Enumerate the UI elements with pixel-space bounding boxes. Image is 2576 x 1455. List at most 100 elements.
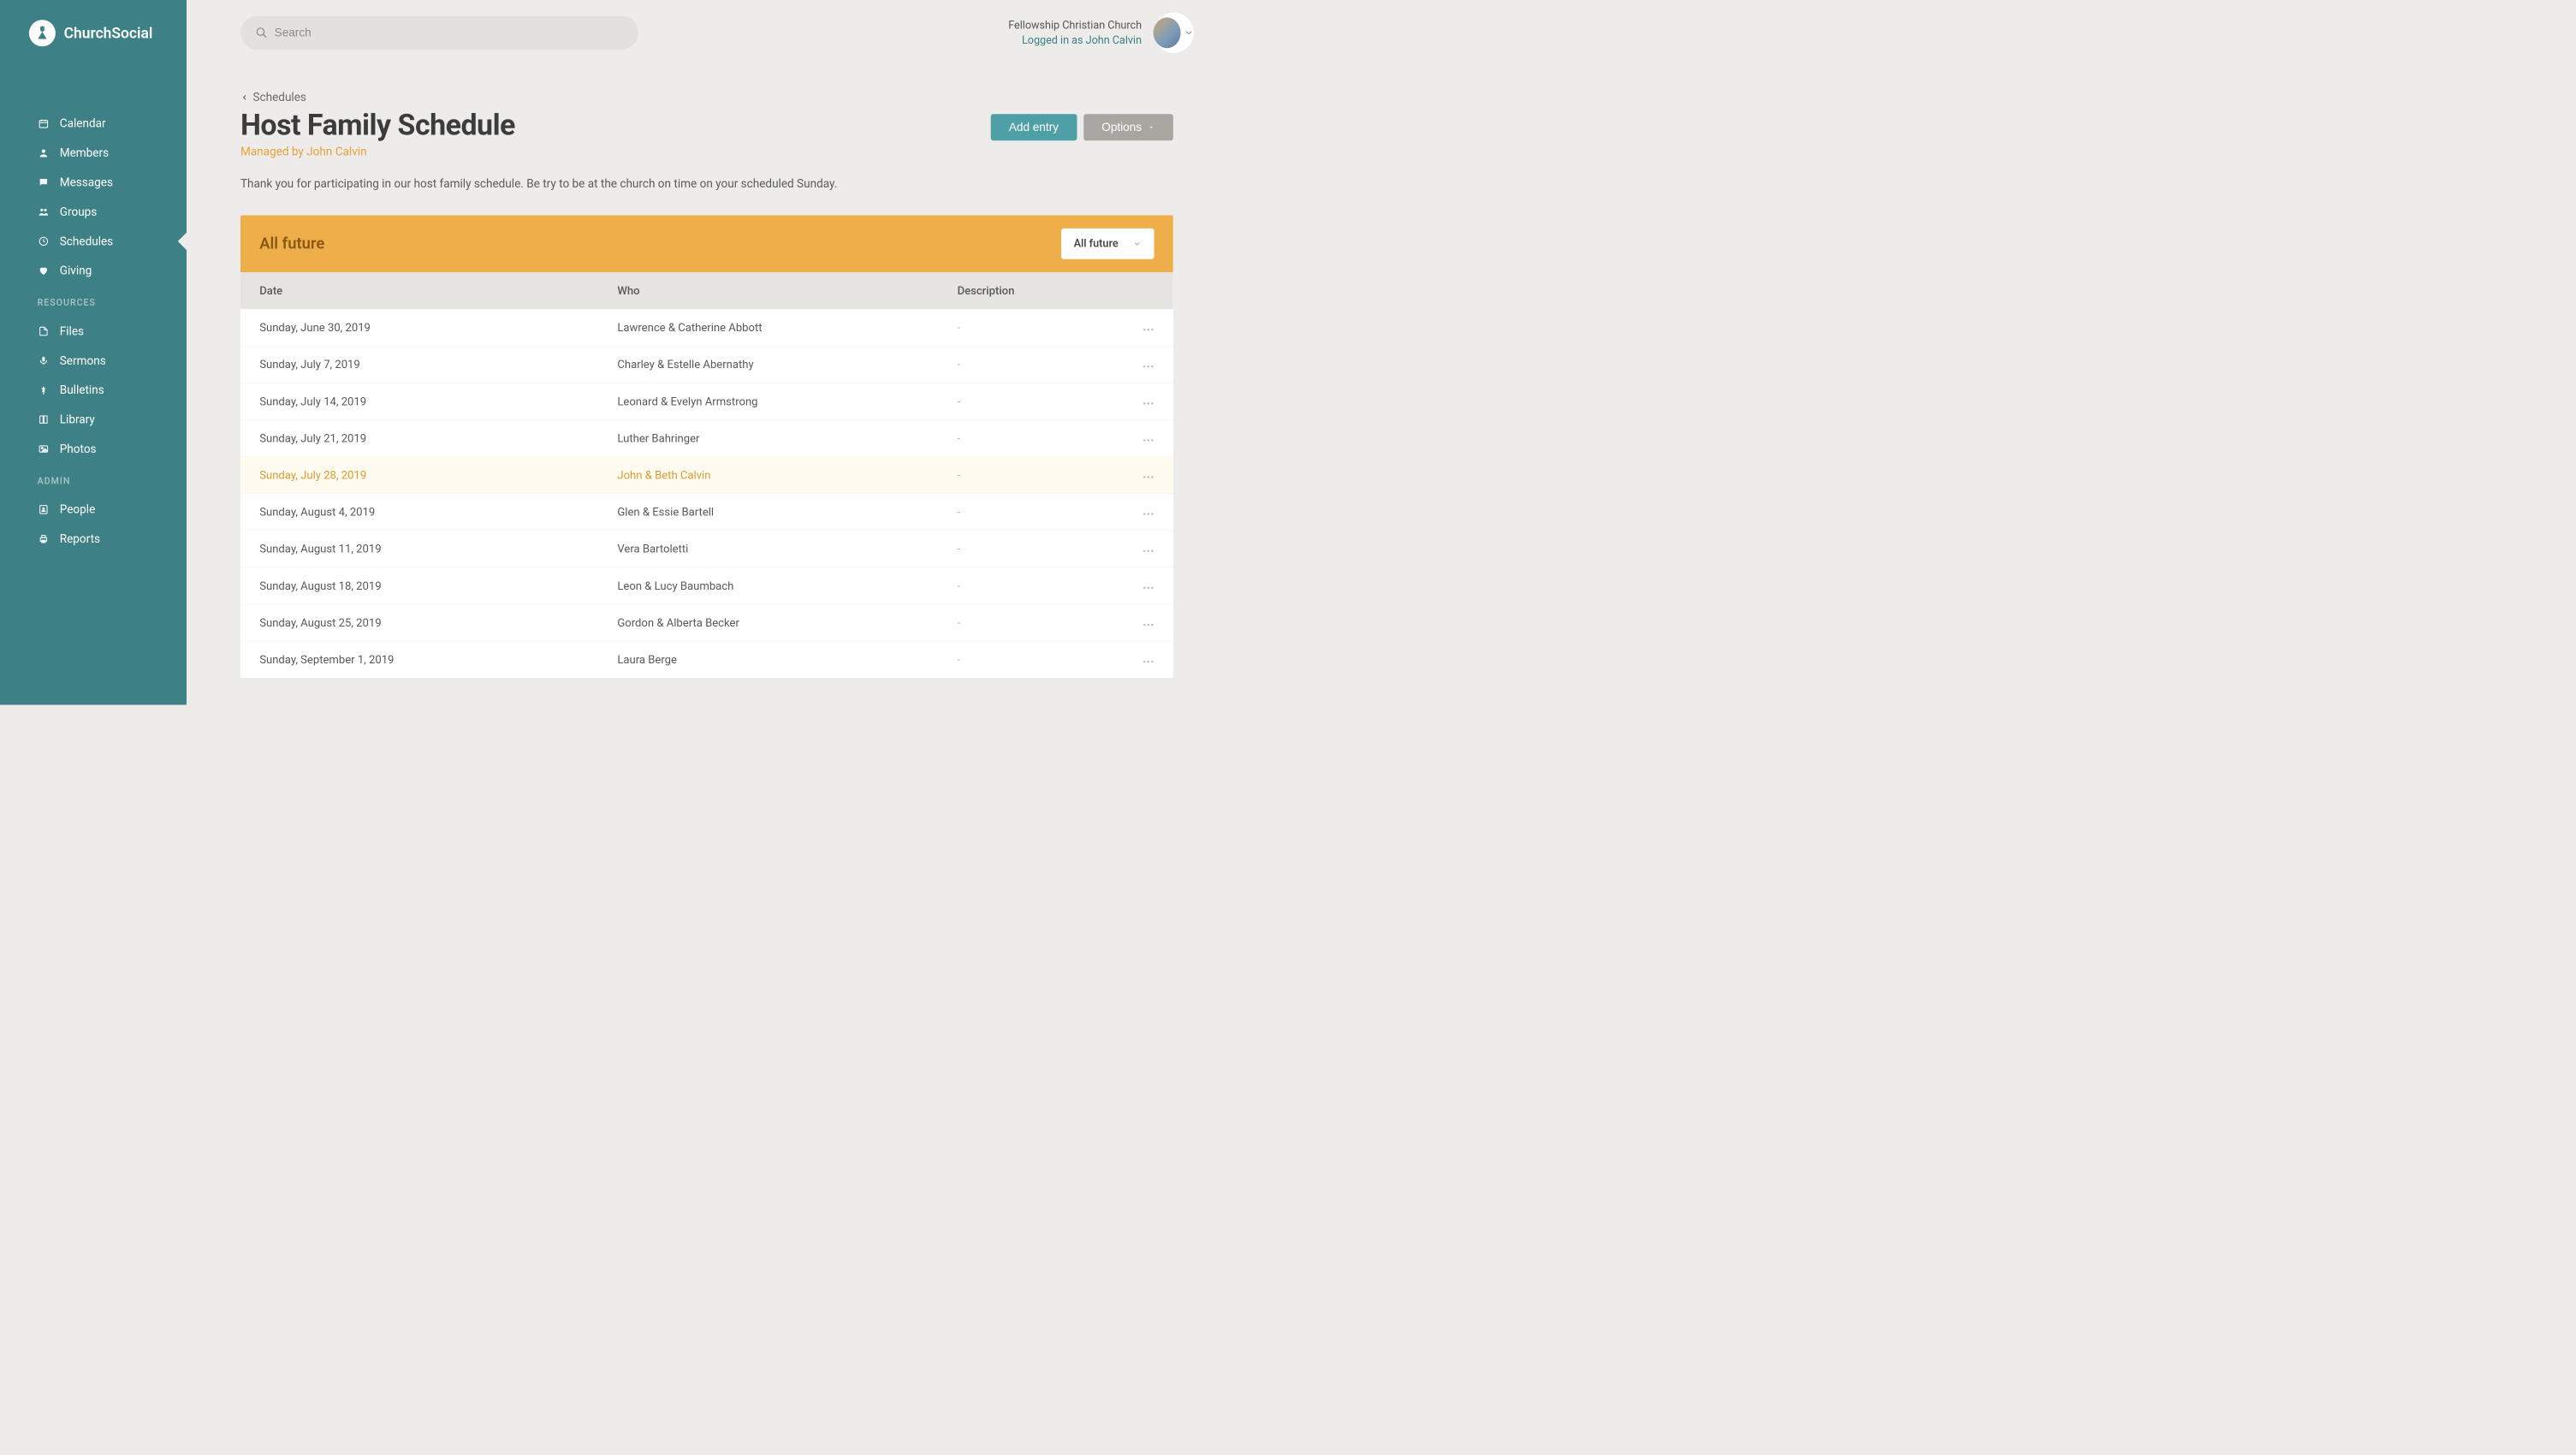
row-description: - [958, 579, 1121, 593]
sidebar-item-schedules[interactable]: Schedules [0, 226, 187, 255]
sidebar-item-label: Schedules [60, 235, 113, 248]
table-header: Date Who Description [240, 272, 1173, 309]
sidebar-item-people[interactable]: People [0, 495, 187, 524]
more-icon[interactable] [1143, 365, 1154, 368]
row-date: Sunday, July 28, 2019 [259, 468, 617, 482]
table-row[interactable]: Sunday, September 1, 2019Laura Berge- [240, 641, 1173, 678]
sidebar-item-groups[interactable]: Groups [0, 197, 187, 226]
add-entry-button[interactable]: Add entry [991, 114, 1077, 140]
sidebar-item-label: Bulletins [60, 383, 104, 397]
account-org: Fellowship Christian Church [1008, 18, 1142, 33]
row-description: - [958, 321, 1121, 335]
sidebar-item-library[interactable]: Library [0, 405, 187, 434]
more-icon[interactable] [1143, 513, 1154, 516]
nav-main: Calendar MembersMessagesGroups Schedules Gi… [0, 63, 187, 286]
account-menu[interactable]: Fellowship Christian Church Logged in as… [1008, 13, 1194, 53]
sidebar-item-members[interactable]: Members [0, 138, 187, 167]
content: Schedules Host Family Schedule Managed b… [187, 66, 1248, 678]
sidebar-item-label: Calendar [60, 116, 106, 130]
row-who: Luther Bahringer [617, 431, 957, 445]
more-icon[interactable] [1143, 586, 1154, 590]
row-actions [1121, 653, 1154, 667]
row-date: Sunday, September 1, 2019 [259, 653, 617, 667]
row-date: Sunday, August 25, 2019 [259, 616, 617, 630]
caret-down-icon [1148, 123, 1155, 131]
search-input[interactable] [275, 27, 624, 40]
sidebar-item-photos[interactable]: Photos [0, 434, 187, 463]
table-row[interactable]: Sunday, July 7, 2019Charley & Estelle Ab… [240, 346, 1173, 383]
more-icon[interactable] [1143, 328, 1154, 331]
more-icon[interactable] [1143, 623, 1154, 627]
filter-select[interactable]: All future [1061, 229, 1154, 259]
more-icon[interactable] [1143, 438, 1154, 442]
clock-icon [38, 235, 50, 246]
col-actions-header [1121, 284, 1154, 298]
col-who-header: Who [617, 284, 957, 298]
breadcrumb[interactable]: Schedules [240, 91, 1173, 104]
table-row[interactable]: Sunday, August 11, 2019Vera Bartoletti- [240, 531, 1173, 567]
table-row[interactable]: Sunday, July 21, 2019Luther Bahringer- [240, 419, 1173, 456]
sidebar-item-label: Photos [60, 442, 97, 455]
more-icon[interactable] [1143, 549, 1154, 553]
sidebar-item-sermons[interactable]: Sermons [0, 346, 187, 375]
sidebar-item-reports[interactable]: Reports [0, 524, 187, 553]
logo-icon [29, 20, 56, 46]
row-actions [1121, 321, 1154, 335]
groups-icon [38, 206, 50, 217]
mic-icon [38, 355, 50, 366]
chevron-down-icon [1132, 239, 1142, 248]
printer-icon [38, 533, 50, 544]
row-description: - [958, 395, 1121, 408]
more-icon[interactable] [1143, 476, 1154, 479]
row-description: - [958, 468, 1121, 482]
sidebar-item-bulletins[interactable]: Bulletins [0, 375, 187, 404]
row-date: Sunday, June 30, 2019 [259, 321, 617, 335]
panel-header: All future All future [240, 215, 1173, 272]
account-text: Fellowship Christian Church Logged in as… [1008, 18, 1142, 48]
search-box[interactable] [240, 15, 638, 50]
options-button-label: Options [1101, 121, 1142, 134]
row-description: - [958, 358, 1121, 371]
logo-text: ChurchSocial [64, 25, 153, 42]
row-actions [1121, 505, 1154, 519]
file-icon [38, 325, 50, 336]
image-icon [38, 443, 50, 454]
row-actions [1121, 579, 1154, 593]
sidebar-item-calendar[interactable]: Calendar [0, 109, 187, 138]
table-row[interactable]: Sunday, June 30, 2019Lawrence & Catherin… [240, 309, 1173, 346]
sidebar-item-label: Files [60, 324, 84, 338]
titlebar: Host Family Schedule Managed by John Cal… [240, 108, 1173, 158]
nav-section-admin: ADMIN [0, 464, 187, 495]
logo[interactable]: ChurchSocial [0, 0, 187, 63]
row-description: - [958, 543, 1121, 556]
options-button[interactable]: Options [1083, 114, 1173, 140]
row-who: Vera Bartoletti [617, 543, 957, 556]
avatar[interactable] [1154, 13, 1194, 53]
calendar-icon [38, 118, 50, 129]
row-who: Gordon & Alberta Becker [617, 616, 957, 630]
sidebar-item-giving[interactable]: Giving [0, 256, 187, 285]
table-row[interactable]: Sunday, August 4, 2019Glen & Essie Barte… [240, 493, 1173, 530]
row-who: Laura Berge [617, 653, 957, 667]
table-row[interactable]: Sunday, August 25, 2019Gordon & Alberta … [240, 604, 1173, 641]
table-body: Sunday, June 30, 2019Lawrence & Catherin… [240, 309, 1173, 678]
table-row[interactable]: Sunday, July 28, 2019John & Beth Calvin- [240, 456, 1173, 493]
row-who: Leon & Lucy Baumbach [617, 579, 957, 593]
more-icon[interactable] [1143, 660, 1154, 663]
table-row[interactable]: Sunday, July 14, 2019Leonard & Evelyn Ar… [240, 383, 1173, 419]
row-date: Sunday, July 14, 2019 [259, 395, 617, 408]
sidebar: ChurchSocial Calendar MembersMessagesGrou… [0, 0, 187, 704]
chevron-left-icon [240, 92, 249, 104]
pin-icon [38, 384, 50, 395]
sidebar-item-files[interactable]: Files [0, 317, 187, 346]
more-icon[interactable] [1143, 401, 1154, 405]
row-who: Lawrence & Catherine Abbott [617, 321, 957, 335]
row-description: - [958, 653, 1121, 667]
sidebar-item-messages[interactable]: Messages [0, 168, 187, 197]
sidebar-item-label: Reports [60, 532, 100, 545]
topbar: Fellowship Christian Church Logged in as… [187, 0, 1248, 66]
nav-resources: Files Sermons Bulletins Library Photos [0, 317, 187, 464]
row-actions [1121, 468, 1154, 482]
table-row[interactable]: Sunday, August 18, 2019Leon & Lucy Baumb… [240, 567, 1173, 604]
nav-section-resources: RESOURCES [0, 285, 187, 316]
